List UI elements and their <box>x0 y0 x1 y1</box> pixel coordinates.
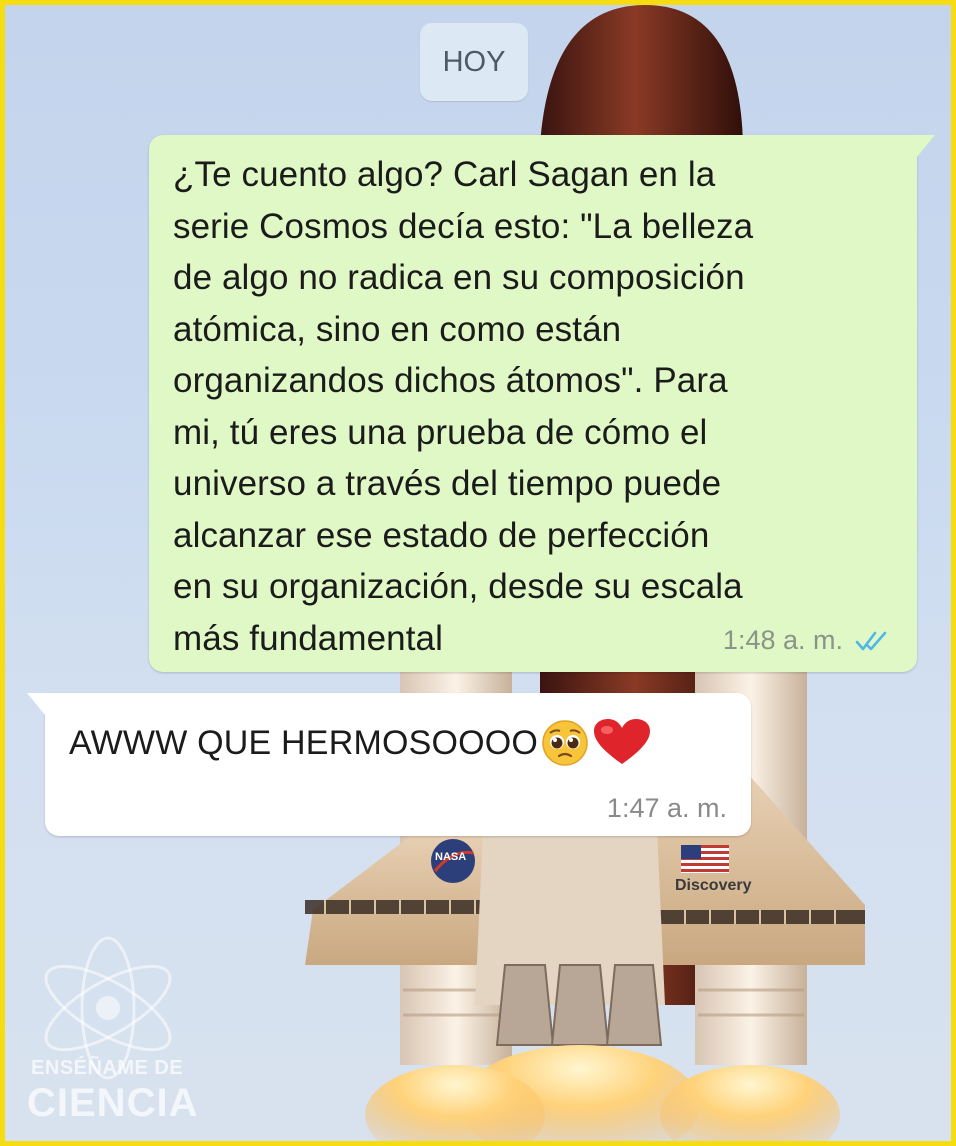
outgoing-message-time: 1:48 a. m. <box>722 625 843 655</box>
nasa-label: NASA <box>435 851 467 863</box>
red-heart-icon <box>594 719 651 764</box>
pleading-face-icon <box>542 720 588 766</box>
outgoing-message-text: ¿Te cuento algo? Carl Sagan en la serie … <box>173 155 754 658</box>
date-separator: HOY <box>420 23 528 101</box>
incoming-message-time: 1:47 a. m. <box>606 793 727 823</box>
outgoing-message-bubble[interactable]: ¿Te cuento algo? Carl Sagan en la serie … <box>149 135 935 672</box>
watermark-line-1: ENSÉÑAME DE <box>31 1057 184 1079</box>
incoming-message-text: AWWW QUE HERMOSOOOO <box>69 723 539 762</box>
discovery-label: Discovery <box>675 877 752 894</box>
double-check-read-icon <box>855 631 887 650</box>
outgoing-message-meta: 1:48 a. m. <box>723 625 893 656</box>
us-flag-icon <box>681 845 729 873</box>
date-label: HOY <box>442 45 506 78</box>
screenshot-frame: NASA Discovery HOY ¿Te cuento algo? Carl… <box>0 0 956 1146</box>
incoming-message-bubble[interactable]: AWWW QUE HERMOSOOOO 1:47 a. m. <box>27 693 751 836</box>
watermark-line-2: CIENCIA <box>27 1081 199 1125</box>
